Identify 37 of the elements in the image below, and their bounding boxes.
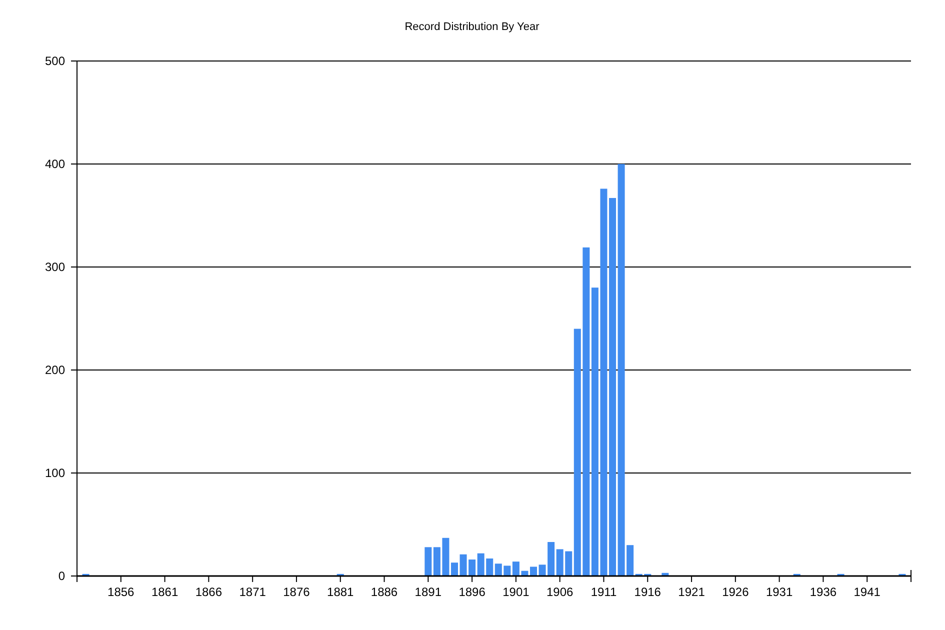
bar [82,574,90,576]
axis-label: 1896 [458,585,486,599]
axis-label: 100 [44,466,65,480]
axis-label: 1861 [151,585,178,599]
axis-label: 400 [44,157,65,171]
bar [442,538,450,576]
axis-label: 1856 [108,585,134,599]
axis-label: 1881 [327,585,354,599]
bar [538,564,546,576]
axis-label: 1866 [195,585,222,599]
axis-label: 500 [44,54,65,68]
axis-label: 200 [44,363,65,377]
axis-label: 0 [58,569,65,583]
bar [451,562,458,576]
axis-label: 1921 [678,585,705,599]
axis-label: 1891 [414,585,442,599]
axis-label: 1886 [370,585,398,599]
bar [793,574,800,576]
bar [644,574,652,576]
axis-label: 1936 [810,585,837,599]
axis-label: 1906 [546,585,574,599]
bar [460,554,467,576]
bar [662,572,669,576]
bar [336,574,344,576]
axis-label: 1941 [854,585,880,599]
bar [837,574,844,576]
axis-label: 1926 [722,585,749,599]
axis-label: 300 [44,260,65,274]
axis-label: 1876 [283,585,310,599]
bar [898,574,906,576]
axis-label: 1931 [766,585,793,599]
bar [521,570,528,576]
axis-label: 1901 [502,585,530,599]
chart-title: Record Distribution By Year [404,21,540,33]
axis-label: 1871 [239,585,266,599]
axis-label: 1916 [634,585,661,599]
axis-label: 1911 [590,585,617,599]
